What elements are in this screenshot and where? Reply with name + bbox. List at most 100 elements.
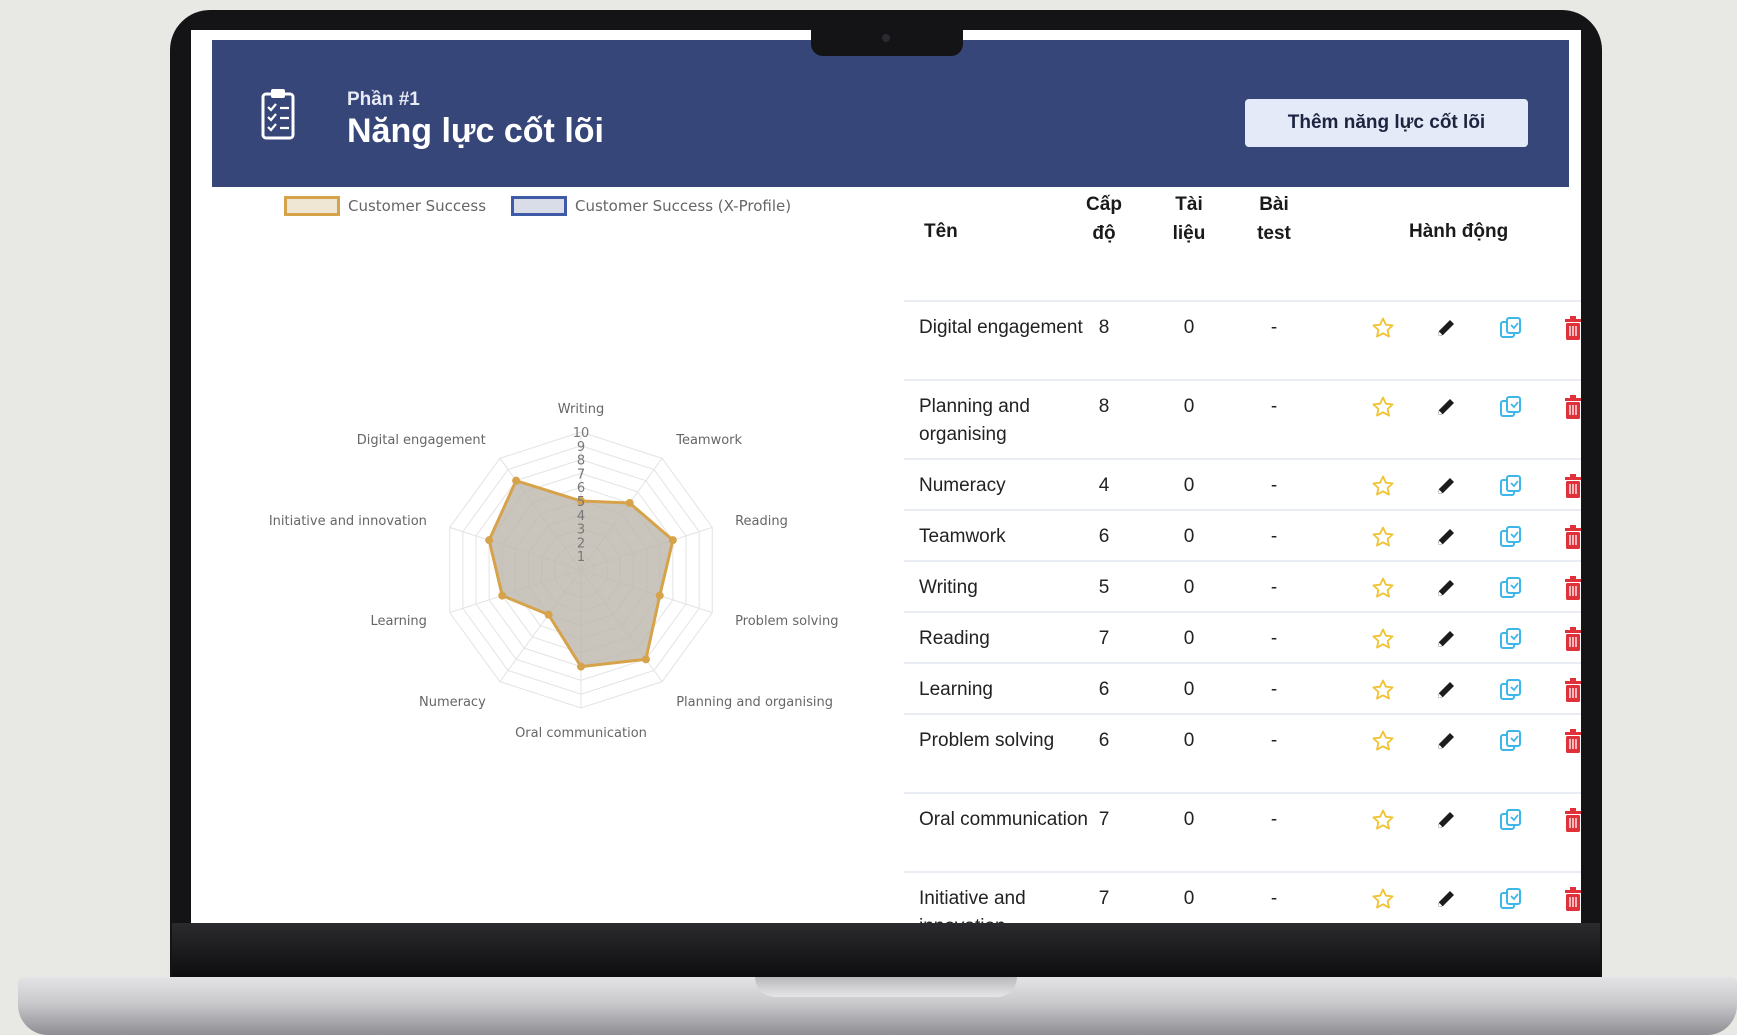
edit-pencil-icon[interactable] xyxy=(1432,676,1460,704)
radar-axis-label: Learning xyxy=(370,614,426,629)
edit-pencil-icon[interactable] xyxy=(1432,625,1460,653)
competency-name: Numeracy xyxy=(919,475,1006,496)
table-row: Writing 5 0 - xyxy=(904,560,1581,611)
competency-test: - xyxy=(1270,475,1278,496)
radar-tick-label: 2 xyxy=(577,536,585,551)
table-row: Teamwork 6 0 - xyxy=(904,509,1581,560)
competency-test: - xyxy=(1270,396,1278,417)
competency-docs: 0 xyxy=(1183,317,1195,338)
star-icon[interactable] xyxy=(1369,727,1397,755)
edit-pencil-icon[interactable] xyxy=(1432,314,1460,342)
legend-item-customer-success[interactable]: Customer Success xyxy=(284,196,486,216)
edit-pencil-icon[interactable] xyxy=(1432,472,1460,500)
delete-trash-icon[interactable] xyxy=(1559,676,1581,704)
competency-test: - xyxy=(1270,526,1278,547)
duplicate-icon[interactable] xyxy=(1497,676,1525,704)
delete-trash-icon[interactable] xyxy=(1559,393,1581,421)
delete-trash-icon[interactable] xyxy=(1559,523,1581,551)
duplicate-icon[interactable] xyxy=(1497,314,1525,342)
delete-trash-icon[interactable] xyxy=(1559,472,1581,500)
radar-axis-label: Reading xyxy=(735,514,788,529)
edit-pencil-icon[interactable] xyxy=(1432,574,1460,602)
edit-pencil-icon[interactable] xyxy=(1432,393,1460,421)
competency-test: - xyxy=(1270,730,1278,751)
section-header: Phần #1 Năng lực cốt lõi Thêm năng lực c… xyxy=(212,40,1569,187)
delete-trash-icon[interactable] xyxy=(1559,727,1581,755)
col-header-level: Cấp độ xyxy=(1086,194,1122,244)
radar-tick-label: 3 xyxy=(577,523,585,538)
screen: Phần #1 Năng lực cốt lõi Thêm năng lực c… xyxy=(191,30,1581,923)
radar-axis-label: Digital engagement xyxy=(357,433,486,448)
star-icon[interactable] xyxy=(1369,885,1397,913)
add-core-competency-button[interactable]: Thêm năng lực cốt lõi xyxy=(1245,99,1528,147)
radar-point xyxy=(512,476,521,485)
delete-trash-icon[interactable] xyxy=(1559,574,1581,602)
radar-point xyxy=(641,655,650,664)
radar-axis-label: Numeracy xyxy=(419,695,486,710)
competency-name: Problem solving xyxy=(919,730,1055,751)
star-icon[interactable] xyxy=(1369,314,1397,342)
duplicate-icon[interactable] xyxy=(1497,523,1525,551)
table-row: Planning and organising 8 0 - xyxy=(904,379,1581,458)
competency-test: - xyxy=(1270,317,1278,338)
duplicate-icon[interactable] xyxy=(1497,625,1525,653)
col-header-name: Tên xyxy=(924,221,958,242)
delete-trash-icon[interactable] xyxy=(1559,625,1581,653)
star-icon[interactable] xyxy=(1369,523,1397,551)
delete-trash-icon[interactable] xyxy=(1559,806,1581,834)
star-icon[interactable] xyxy=(1369,625,1397,653)
radar-axis-label: Oral communication xyxy=(515,726,647,741)
duplicate-icon[interactable] xyxy=(1497,727,1525,755)
radar-axis-label: Writing xyxy=(558,402,604,417)
laptop-thumb-notch xyxy=(755,977,1017,997)
star-icon[interactable] xyxy=(1369,472,1397,500)
competency-name: Teamwork xyxy=(919,526,1006,547)
radar-point xyxy=(655,591,664,600)
legend-item-x-profile[interactable]: Customer Success (X-Profile) xyxy=(511,196,791,216)
star-icon[interactable] xyxy=(1369,676,1397,704)
competency-docs: 0 xyxy=(1183,628,1195,649)
radar-point xyxy=(485,536,494,545)
competency-test: - xyxy=(1270,888,1278,909)
radar-tick-label: 1 xyxy=(577,550,585,565)
duplicate-icon[interactable] xyxy=(1497,472,1525,500)
competency-level: 7 xyxy=(1098,628,1110,649)
competency-docs: 0 xyxy=(1183,679,1195,700)
radar-tick-label: 7 xyxy=(577,467,585,482)
table-row: Initiative and innovation 7 0 - xyxy=(904,871,1581,923)
star-icon[interactable] xyxy=(1369,574,1397,602)
competency-test: - xyxy=(1270,628,1278,649)
radar-tick-label: 6 xyxy=(577,481,585,496)
competency-name: Writing xyxy=(919,577,978,598)
competency-level: 5 xyxy=(1098,577,1110,598)
legend-swatch xyxy=(511,196,567,216)
star-icon[interactable] xyxy=(1369,806,1397,834)
radar-axis-label: Problem solving xyxy=(735,614,838,629)
competency-name: Initiative and innovation xyxy=(919,888,1026,923)
edit-pencil-icon[interactable] xyxy=(1432,727,1460,755)
col-header-test: Bài test xyxy=(1257,194,1291,244)
duplicate-icon[interactable] xyxy=(1497,574,1525,602)
delete-trash-icon[interactable] xyxy=(1559,314,1581,342)
competency-level: 7 xyxy=(1098,888,1110,909)
radar-axis-label: Planning and organising xyxy=(676,695,833,710)
duplicate-icon[interactable] xyxy=(1497,393,1525,421)
star-icon[interactable] xyxy=(1369,393,1397,421)
radar-point xyxy=(544,610,553,619)
legend-label: Customer Success (X-Profile) xyxy=(575,197,792,215)
competency-level: 6 xyxy=(1098,730,1110,751)
delete-trash-icon[interactable] xyxy=(1559,885,1581,913)
table-row: Numeracy 4 0 - xyxy=(904,458,1581,509)
competency-level: 7 xyxy=(1098,809,1110,830)
duplicate-icon[interactable] xyxy=(1497,806,1525,834)
competency-name: Digital engagement xyxy=(919,317,1083,338)
competency-docs: 0 xyxy=(1183,730,1195,751)
col-header-docs: Tài liệu xyxy=(1172,194,1206,244)
competency-docs: 0 xyxy=(1183,809,1195,830)
radar-tick-label: 10 xyxy=(573,426,590,441)
edit-pencil-icon[interactable] xyxy=(1432,523,1460,551)
competency-level: 8 xyxy=(1098,317,1110,338)
edit-pencil-icon[interactable] xyxy=(1432,885,1460,913)
duplicate-icon[interactable] xyxy=(1497,885,1525,913)
edit-pencil-icon[interactable] xyxy=(1432,806,1460,834)
